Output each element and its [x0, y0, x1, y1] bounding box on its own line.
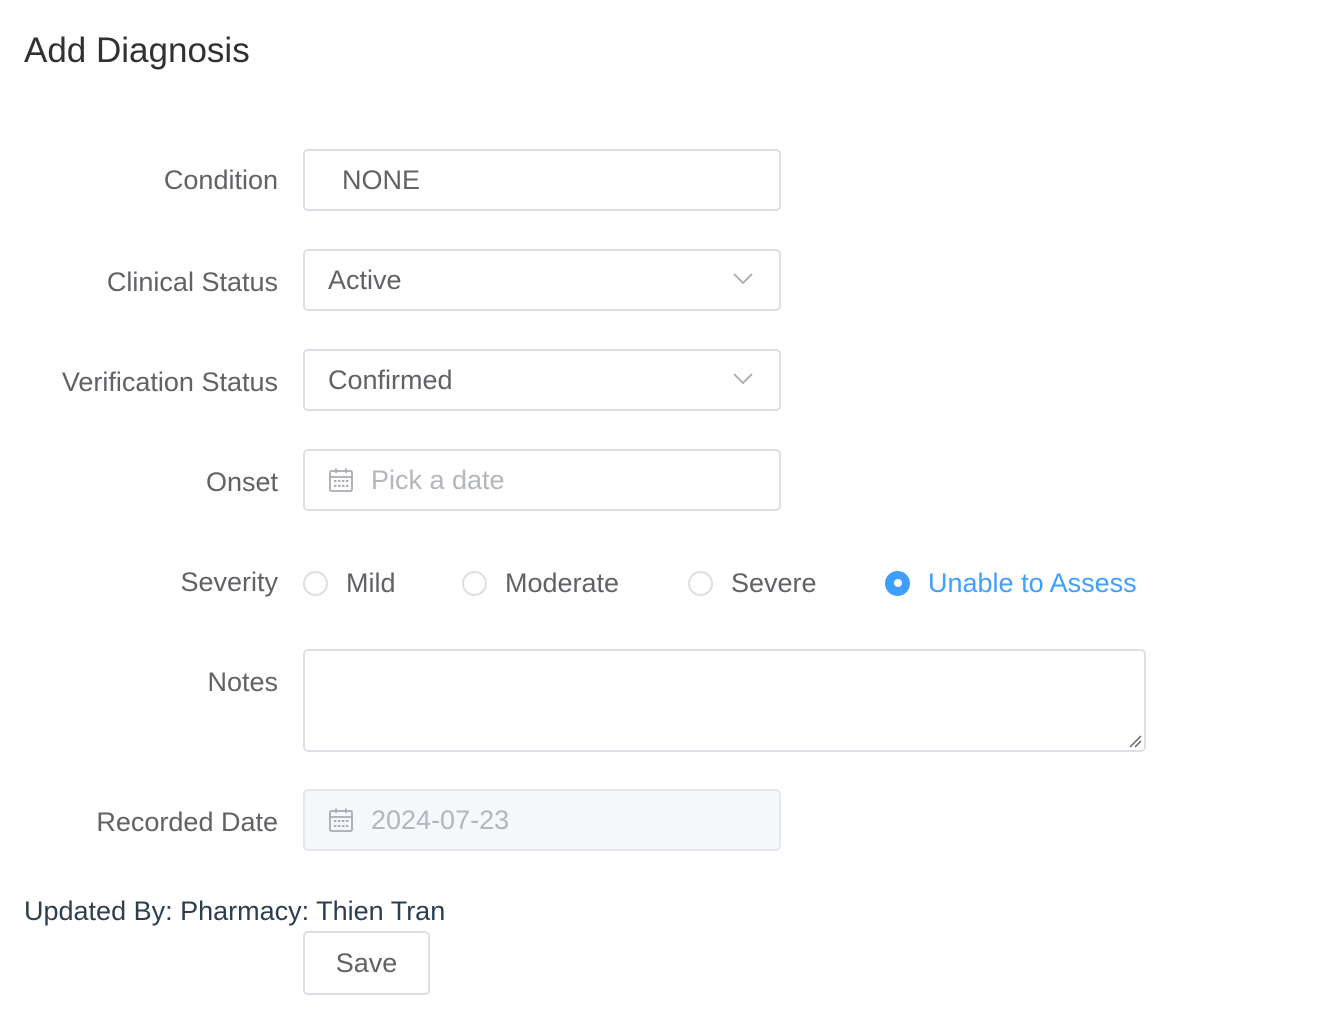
- severity-radio-severe[interactable]: Severe: [688, 563, 817, 603]
- radio-label-mild: Mild: [346, 567, 396, 598]
- clinical-status-value: Active: [328, 264, 402, 295]
- calendar-icon: [329, 468, 353, 492]
- severity-radio-unable-to-assess[interactable]: Unable to Assess: [885, 563, 1137, 603]
- recorded-date-field: 2024-07-23: [303, 789, 781, 851]
- onset-placeholder: Pick a date: [371, 464, 505, 495]
- chevron-down-icon: [733, 373, 753, 385]
- verification-status-label: Verification Status: [61, 367, 278, 397]
- calendar-icon: [329, 808, 353, 832]
- page-title: Add Diagnosis: [24, 31, 250, 70]
- onset-label: Onset: [205, 467, 278, 497]
- radio-circle[interactable]: [303, 570, 328, 596]
- notes-label: Notes: [207, 667, 278, 697]
- verification-status-value: Confirmed: [328, 364, 453, 395]
- clinical-status-label: Clinical Status: [106, 267, 278, 297]
- radio-circle-checked[interactable]: [885, 570, 910, 596]
- radio-circle[interactable]: [462, 570, 487, 596]
- chevron-down-icon: [733, 273, 753, 285]
- radio-label-severe: Severe: [731, 567, 817, 598]
- clinical-status-select[interactable]: Active: [303, 249, 781, 311]
- condition-field[interactable]: NONE: [303, 149, 781, 211]
- onset-date-picker[interactable]: Pick a date: [303, 449, 781, 511]
- save-button[interactable]: Save: [303, 931, 430, 995]
- updated-by-text: Updated By: Pharmacy: Thien Tran: [24, 896, 446, 926]
- radio-circle[interactable]: [688, 570, 713, 596]
- radio-label-moderate: Moderate: [505, 567, 620, 598]
- resize-handle-icon[interactable]: [1128, 734, 1142, 748]
- severity-radio-mild[interactable]: Mild: [303, 563, 396, 603]
- radio-label-unable-to-assess: Unable to Assess: [928, 567, 1137, 598]
- severity-label: Severity: [180, 567, 278, 597]
- condition-label: Condition: [163, 165, 278, 195]
- recorded-date-value: 2024-07-23: [371, 804, 510, 835]
- verification-status-select[interactable]: Confirmed: [303, 349, 781, 411]
- condition-value: NONE: [342, 164, 421, 195]
- recorded-date-label: Recorded Date: [96, 807, 278, 837]
- notes-textarea[interactable]: [303, 649, 1146, 752]
- severity-radio-moderate[interactable]: Moderate: [462, 563, 619, 603]
